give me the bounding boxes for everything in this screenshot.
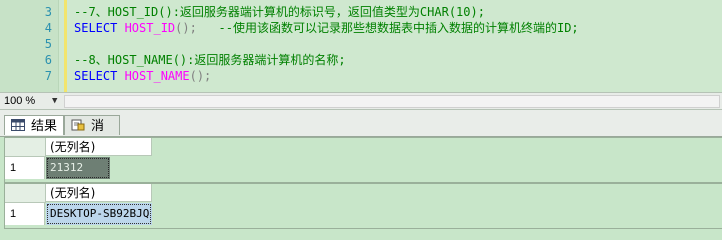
line-number: 5 <box>44 37 52 51</box>
code-line[interactable]: 3 --7、HOST_ID():返回服务器端计算机的标识号，返回值类型为CHAR(… <box>0 4 722 20</box>
results-pane: (无列名) 1 21312 (无列名) 1 DESKTOP-SB92BJQ <box>0 137 722 237</box>
code-text[interactable]: SELECT HOST_ID(); --使用该函数可以记录那些想数据表中插入数据… <box>74 20 579 36</box>
result-grid-2[interactable]: (无列名) 1 DESKTOP-SB92BJQ <box>4 183 722 229</box>
code-token: (); <box>175 21 197 35</box>
tab-messages[interactable]: 消息 <box>64 115 120 153</box>
tab-results-label: 结果 <box>31 118 58 133</box>
zoom-dropdown-icon[interactable]: ▼ <box>52 93 57 109</box>
column-header[interactable]: (无列名) <box>46 184 152 202</box>
tab-results[interactable]: 结果 <box>4 115 64 135</box>
line-number: 6 <box>44 53 52 67</box>
result-cell[interactable]: DESKTOP-SB92BJQ <box>46 203 152 225</box>
line-number: 4 <box>44 21 52 35</box>
row-number[interactable]: 1 <box>5 157 45 179</box>
grid-icon <box>11 119 25 131</box>
code-line[interactable]: 5 <box>0 36 722 52</box>
code-token: (); <box>189 69 212 83</box>
code-token: --8、HOST_NAME():返回服务器端计算机的名称; <box>74 53 346 67</box>
results-tab-bar: 结果 消息 <box>0 110 722 153</box>
code-text[interactable]: --7、HOST_ID():返回服务器端计算机的标识号，返回值类型为CHAR(1… <box>74 4 485 20</box>
line-number: 3 <box>44 5 52 19</box>
code-token: HOST_NAME <box>124 69 190 83</box>
result-grid-1[interactable]: (无列名) 1 21312 <box>4 137 722 183</box>
grid-corner[interactable] <box>5 184 46 203</box>
grid-corner[interactable] <box>5 138 46 157</box>
code-token: --7、HOST_ID():返回服务器端计算机的标识号，返回值类型为CHAR(1… <box>74 5 485 19</box>
horizontal-scrollbar[interactable] <box>64 95 720 108</box>
code-token: --使用该函数可以记录那些想数据表中插入数据的计算机终端的ID; <box>196 21 579 35</box>
code-line[interactable]: 7 SELECT HOST_NAME(); <box>0 68 722 84</box>
code-text[interactable]: --8、HOST_NAME():返回服务器端计算机的名称; <box>74 52 346 68</box>
row-number[interactable]: 1 <box>5 203 45 225</box>
code-token: SELECT <box>74 69 125 83</box>
result-cell[interactable]: 21312 <box>46 157 110 179</box>
query-editor[interactable]: 3 --7、HOST_ID():返回服务器端计算机的标识号，返回值类型为CHAR(… <box>0 0 722 92</box>
editor-status-bar: 100 % ▼ <box>0 92 722 110</box>
message-icon <box>71 119 85 131</box>
zoom-level[interactable]: 100 % <box>4 93 35 109</box>
code-text[interactable]: SELECT HOST_NAME(); <box>74 68 211 84</box>
code-token: SELECT <box>74 21 125 35</box>
code-token: HOST_ID <box>124 21 176 35</box>
code-line[interactable]: 4 SELECT HOST_ID(); --使用该函数可以记录那些想数据表中插入数… <box>0 20 722 36</box>
code-line[interactable]: 6 --8、HOST_NAME():返回服务器端计算机的名称; <box>0 52 722 68</box>
column-header[interactable]: (无列名) <box>46 138 152 156</box>
line-number: 7 <box>44 69 52 83</box>
